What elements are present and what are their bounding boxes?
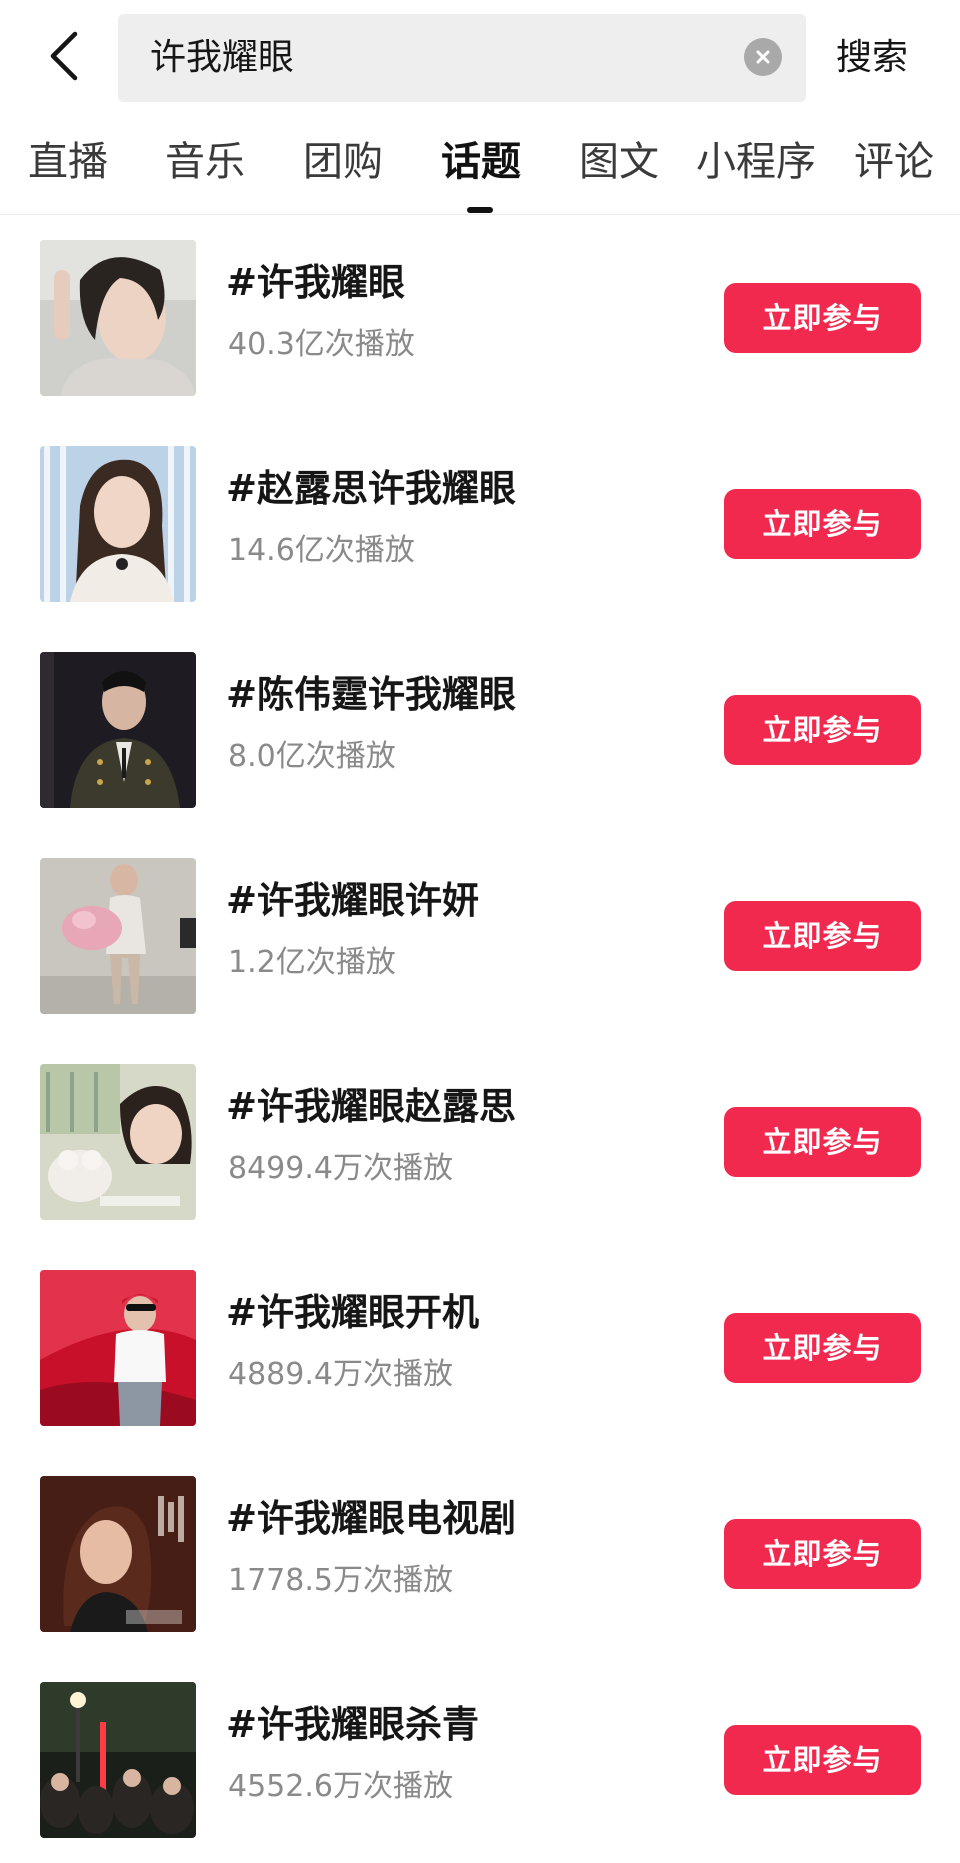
join-button[interactable]: 立即参与 xyxy=(724,1313,921,1383)
join-button[interactable]: 立即参与 xyxy=(724,283,921,353)
topic-thumbnail xyxy=(40,858,196,1014)
topic-play-count: 40.3亿次播放 xyxy=(228,327,415,362)
tab-group-buy[interactable]: 团购 xyxy=(303,134,383,190)
tab-live[interactable]: 直播 xyxy=(28,134,108,190)
topic-row[interactable]: #许我耀眼赵露思 8499.4万次播放 立即参与 xyxy=(0,1039,960,1245)
chevron-left-icon xyxy=(50,31,78,81)
topic-title: #许我耀眼许妍 xyxy=(226,879,480,922)
topic-title: #许我耀眼电视剧 xyxy=(226,1497,517,1540)
topic-row[interactable]: #许我耀眼开机 4889.4万次播放 立即参与 xyxy=(0,1245,960,1451)
topic-thumbnail xyxy=(40,1476,196,1632)
topic-play-count: 1778.5万次播放 xyxy=(228,1563,453,1598)
join-button[interactable]: 立即参与 xyxy=(724,489,921,559)
search-input[interactable]: 许我耀眼 xyxy=(118,14,806,102)
topic-row[interactable]: #许我耀眼许妍 1.2亿次播放 立即参与 xyxy=(0,833,960,1039)
topic-thumbnail xyxy=(40,1270,196,1426)
topic-play-count: 8.0亿次播放 xyxy=(228,739,396,774)
active-tab-indicator xyxy=(467,207,493,213)
close-circle-icon xyxy=(756,50,770,64)
topic-row[interactable]: #陈伟霆许我耀眼 8.0亿次播放 立即参与 xyxy=(0,627,960,833)
search-button[interactable]: 搜索 xyxy=(836,14,908,102)
topic-play-count: 1.2亿次播放 xyxy=(228,945,396,980)
category-tabs: 直播 音乐 团购 话题 图文 小程序 评论 xyxy=(0,112,960,215)
topic-thumbnail xyxy=(40,1064,196,1220)
join-button[interactable]: 立即参与 xyxy=(724,1519,921,1589)
topic-title: #许我耀眼杀青 xyxy=(226,1703,480,1746)
tab-comments[interactable]: 评论 xyxy=(854,134,934,190)
search-header: 许我耀眼 搜索 xyxy=(0,0,960,112)
topic-row[interactable]: #许我耀眼电视剧 1778.5万次播放 立即参与 xyxy=(0,1451,960,1657)
topic-title: #赵露思许我耀眼 xyxy=(226,467,517,510)
topic-title: #许我耀眼赵露思 xyxy=(226,1085,517,1128)
topic-play-count: 14.6亿次播放 xyxy=(228,533,415,568)
tab-image-text[interactable]: 图文 xyxy=(579,134,659,190)
topic-thumbnail xyxy=(40,446,196,602)
topic-play-count: 4889.4万次播放 xyxy=(228,1357,453,1392)
search-query[interactable]: 许我耀眼 xyxy=(150,14,294,102)
join-button[interactable]: 立即参与 xyxy=(724,901,921,971)
back-button[interactable] xyxy=(34,22,94,90)
topic-title: #许我耀眼 xyxy=(226,261,406,304)
topic-thumbnail xyxy=(40,1682,196,1838)
tab-topics[interactable]: 话题 xyxy=(441,134,521,190)
topic-thumbnail xyxy=(40,652,196,808)
topic-thumbnail xyxy=(40,240,196,396)
tab-music[interactable]: 音乐 xyxy=(165,134,245,190)
join-button[interactable]: 立即参与 xyxy=(724,695,921,765)
topic-title: #陈伟霆许我耀眼 xyxy=(226,673,517,716)
topic-play-count: 4552.6万次播放 xyxy=(228,1769,453,1804)
topic-play-count: 8499.4万次播放 xyxy=(228,1151,453,1186)
join-button[interactable]: 立即参与 xyxy=(724,1725,921,1795)
clear-search-button[interactable] xyxy=(744,38,782,76)
topic-row[interactable]: #许我耀眼杀青 4552.6万次播放 立即参与 xyxy=(0,1657,960,1863)
topic-row[interactable]: #许我耀眼 40.3亿次播放 立即参与 xyxy=(0,215,960,421)
tab-mini-program[interactable]: 小程序 xyxy=(696,134,816,190)
topic-row[interactable]: #赵露思许我耀眼 14.6亿次播放 立即参与 xyxy=(0,421,960,627)
topic-title: #许我耀眼开机 xyxy=(226,1291,480,1334)
join-button[interactable]: 立即参与 xyxy=(724,1107,921,1177)
